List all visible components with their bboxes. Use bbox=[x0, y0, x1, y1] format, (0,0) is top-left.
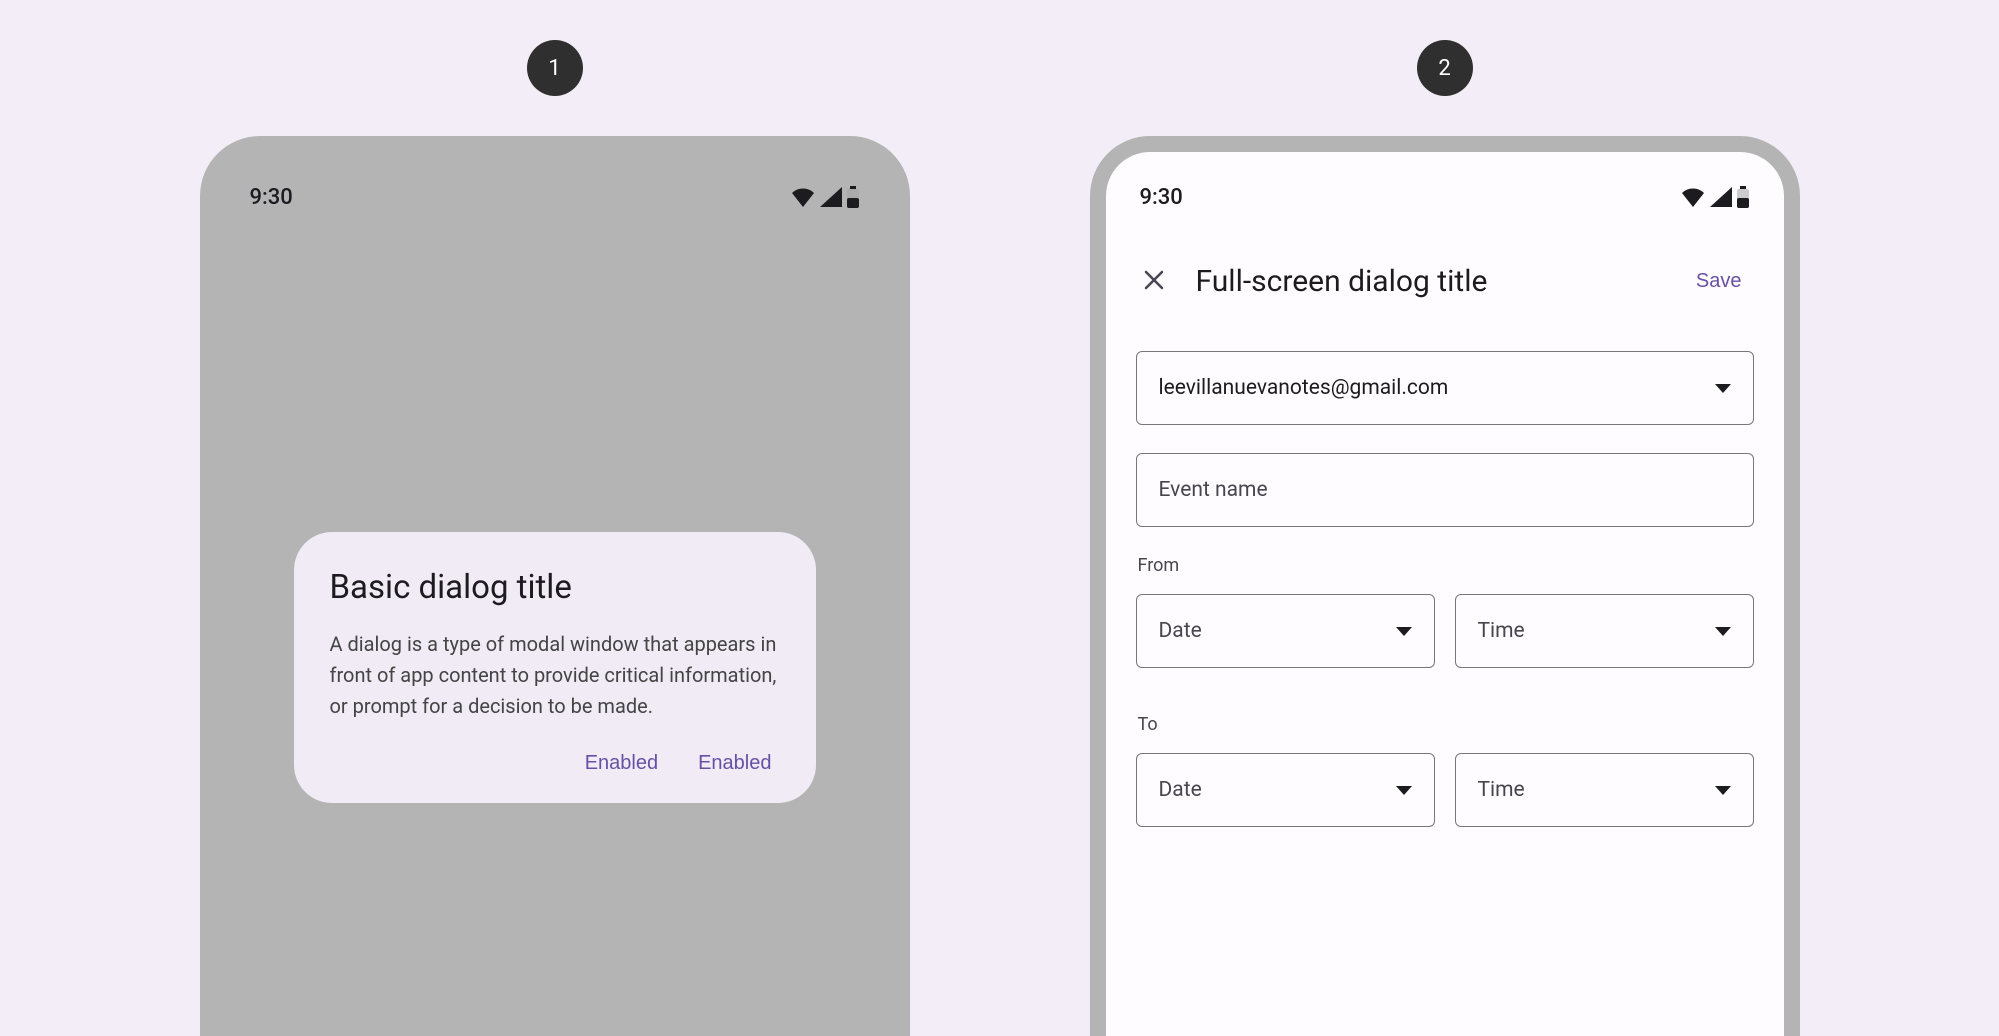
chevron-down-icon bbox=[1396, 627, 1412, 636]
dialog-actions: Enabled Enabled bbox=[330, 752, 780, 775]
fullscreen-dialog-title: Full-screen dialog title bbox=[1196, 264, 1660, 299]
example-badge-1: 1 bbox=[527, 40, 583, 96]
status-icons bbox=[790, 186, 860, 208]
chevron-down-icon bbox=[1396, 786, 1412, 795]
dialog-body: A dialog is a type of modal window that … bbox=[330, 629, 780, 722]
save-button[interactable]: Save bbox=[1684, 262, 1754, 301]
wifi-icon bbox=[790, 187, 816, 207]
status-time: 9:30 bbox=[250, 185, 293, 210]
dialog-action-1[interactable]: Enabled bbox=[585, 752, 658, 775]
status-bar: 9:30 bbox=[216, 152, 894, 222]
to-date-select[interactable]: Date bbox=[1136, 753, 1435, 827]
dialog-title: Basic dialog title bbox=[330, 568, 780, 607]
basic-dialog: Basic dialog title A dialog is a type of… bbox=[294, 532, 816, 803]
examples-container: 1 9:30 Basic dialog title A dialog is a … bbox=[0, 0, 1999, 1036]
battery-icon bbox=[846, 186, 860, 208]
chevron-down-icon bbox=[1715, 786, 1731, 795]
phone-frame-1: 9:30 Basic dialog title A dialog is a ty… bbox=[200, 136, 910, 1036]
close-button[interactable] bbox=[1136, 262, 1172, 301]
to-date-label: Date bbox=[1159, 778, 1202, 802]
example-badge-2: 2 bbox=[1417, 40, 1473, 96]
close-icon bbox=[1142, 268, 1166, 292]
to-time-label: Time bbox=[1478, 778, 1525, 802]
event-name-field[interactable]: Event name bbox=[1136, 453, 1754, 527]
phone-frame-2: 9:30 Full-screen dialog title Save leevi… bbox=[1090, 136, 1800, 1036]
form-area: leevillanuevanotes@gmail.com Event name … bbox=[1106, 301, 1784, 845]
to-time-select[interactable]: Time bbox=[1455, 753, 1754, 827]
from-date-label: Date bbox=[1159, 619, 1202, 643]
fullscreen-dialog-header: Full-screen dialog title Save bbox=[1106, 222, 1784, 301]
dialog-action-2[interactable]: Enabled bbox=[698, 752, 771, 775]
chevron-down-icon bbox=[1715, 627, 1731, 636]
battery-icon bbox=[1736, 186, 1750, 208]
event-name-placeholder: Event name bbox=[1159, 478, 1268, 502]
from-time-select[interactable]: Time bbox=[1455, 594, 1754, 668]
from-time-label: Time bbox=[1478, 619, 1525, 643]
status-bar: 9:30 bbox=[1106, 152, 1784, 222]
from-row: Date Time bbox=[1136, 594, 1754, 686]
wifi-icon bbox=[1680, 187, 1706, 207]
status-time: 9:30 bbox=[1140, 185, 1183, 210]
from-label: From bbox=[1138, 555, 1754, 576]
chevron-down-icon bbox=[1715, 384, 1731, 393]
signal-icon bbox=[820, 187, 842, 207]
email-value: leevillanuevanotes@gmail.com bbox=[1159, 376, 1449, 400]
example-basic-dialog: 1 9:30 Basic dialog title A dialog is a … bbox=[200, 40, 910, 1036]
from-date-select[interactable]: Date bbox=[1136, 594, 1435, 668]
email-select[interactable]: leevillanuevanotes@gmail.com bbox=[1136, 351, 1754, 425]
status-icons bbox=[1680, 186, 1750, 208]
signal-icon bbox=[1710, 187, 1732, 207]
example-fullscreen-dialog: 2 9:30 Full-screen dialog title Save bbox=[1090, 40, 1800, 1036]
to-row: Date Time bbox=[1136, 753, 1754, 845]
to-label: To bbox=[1138, 714, 1754, 735]
